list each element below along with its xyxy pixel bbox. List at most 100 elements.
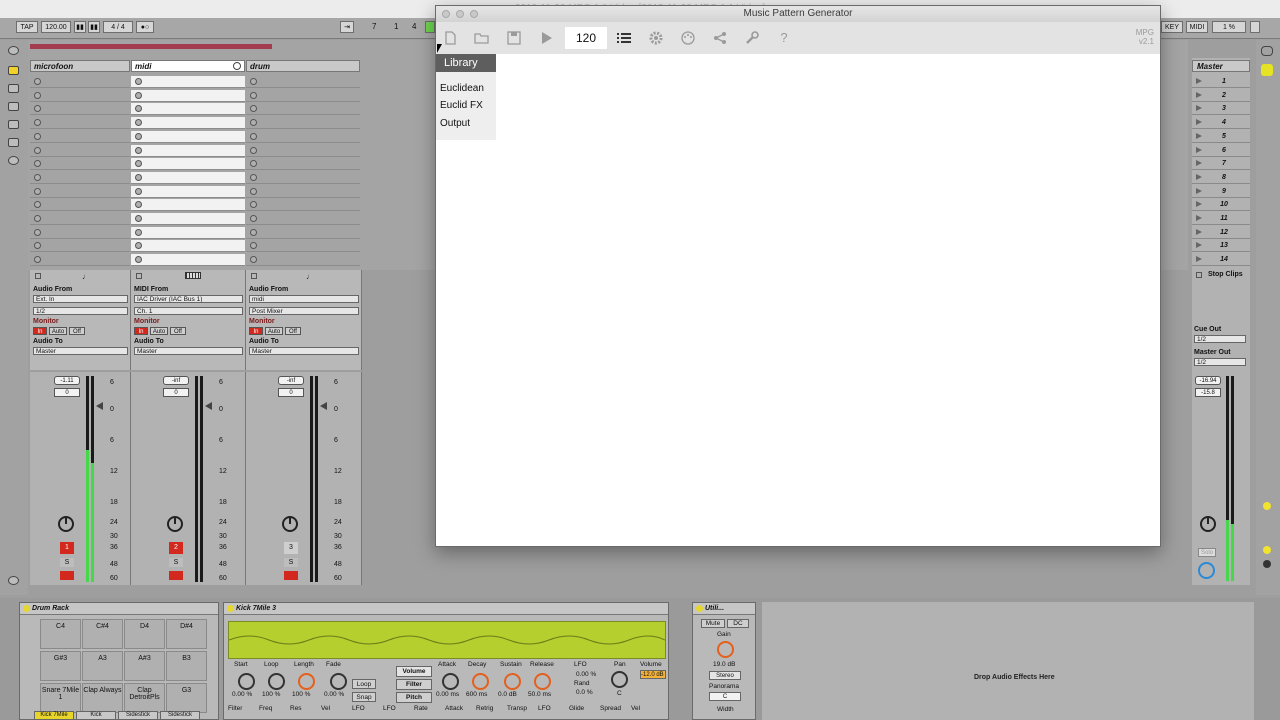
sample-param-value[interactable]: 0.00 % [324, 691, 344, 698]
clip-record-icon[interactable] [250, 201, 257, 209]
drum-pad[interactable]: C4 [40, 619, 81, 649]
follow-icon[interactable]: ⇥ [340, 21, 354, 33]
volume-field[interactable]: -1.11 [54, 376, 80, 385]
envelope-knob[interactable] [504, 673, 521, 690]
track-header-drum[interactable]: drum [246, 60, 360, 72]
scene-launch-icon[interactable] [1196, 78, 1202, 84]
fold-icon[interactable] [233, 62, 241, 70]
clip-record-icon[interactable] [135, 215, 142, 222]
clip-record-icon[interactable] [135, 78, 142, 85]
pan-knob[interactable] [58, 516, 74, 532]
monitor-off-button[interactable]: Off [69, 327, 85, 335]
tab-filter[interactable]: Filter [396, 679, 432, 690]
play-icon[interactable] [538, 30, 554, 46]
clip-slot[interactable] [30, 90, 130, 102]
clip-record-icon[interactable] [135, 105, 142, 113]
clip-slot[interactable] [246, 186, 360, 198]
clip-slot[interactable] [30, 199, 130, 212]
scene-launch-icon[interactable] [1196, 215, 1202, 221]
tab-pitch[interactable]: Pitch [396, 692, 432, 703]
scene-row[interactable]: 5 [1192, 130, 1250, 143]
clip-slot[interactable] [246, 213, 360, 225]
drum-pad[interactable]: Snare 7Mile 1 [40, 683, 81, 713]
clip-slot[interactable] [246, 254, 360, 267]
mixer-toggle-icon[interactable] [1263, 560, 1271, 568]
clip-slot[interactable] [30, 103, 130, 116]
drum-pad[interactable]: C#4 [82, 619, 123, 649]
clip-slot[interactable] [246, 76, 360, 88]
clip-slot[interactable] [246, 240, 360, 253]
clip-record-icon[interactable] [250, 91, 257, 99]
drum-pad[interactable]: G3 [166, 683, 207, 713]
browser-toggle-icon[interactable] [8, 46, 19, 55]
solo-button[interactable]: S [169, 558, 183, 567]
clip-record-icon[interactable] [250, 256, 257, 264]
volume-field[interactable]: -12.0 dB [640, 670, 666, 679]
scene-row[interactable]: 4 [1192, 116, 1250, 130]
clip-slot[interactable] [131, 76, 245, 88]
sample-waveform[interactable] [228, 621, 666, 659]
sample-param-knob[interactable] [238, 673, 255, 690]
track-activator-button[interactable]: 3 [284, 542, 298, 554]
master-header[interactable]: Master [1192, 60, 1250, 72]
scene-row[interactable]: 1 [1192, 75, 1250, 88]
clip-record-icon[interactable] [34, 78, 41, 85]
master-level-left[interactable]: -16.94 [1195, 376, 1221, 385]
drum-pad[interactable]: A3 [82, 651, 123, 681]
scene-launch-icon[interactable] [1196, 132, 1202, 139]
fader-handle-icon[interactable] [205, 402, 212, 410]
clip-slot[interactable] [30, 186, 130, 198]
drum-chain-label[interactable]: Kick [76, 711, 116, 720]
scene-launch-icon[interactable] [1196, 256, 1202, 263]
clip-record-icon[interactable] [34, 160, 41, 168]
clip-slot[interactable] [131, 185, 245, 198]
monitor-off-button[interactable]: Off [170, 327, 186, 335]
loop-button[interactable]: Loop [352, 679, 376, 689]
clip-record-icon[interactable] [250, 105, 257, 113]
scene-row[interactable]: 10 [1192, 198, 1250, 212]
envelope-value[interactable]: 50.0 ms [528, 691, 551, 698]
time-signature-field[interactable]: 4 / 4 [103, 21, 133, 33]
monitor-in-button[interactable]: In [134, 327, 148, 335]
midi-connection-icon[interactable] [680, 30, 696, 46]
rand-value[interactable]: 0.0 % [576, 689, 593, 696]
pan-field[interactable]: 0 [163, 388, 189, 397]
drum-pad[interactable]: D#4 [166, 619, 207, 649]
envelope-knob[interactable] [442, 673, 459, 690]
envelope-value[interactable]: 0.00 ms [436, 691, 459, 698]
settings-gear-icon[interactable] [648, 30, 664, 46]
settings-gear-icon[interactable] [8, 156, 19, 165]
clip-slot[interactable] [131, 226, 245, 239]
drum-pad[interactable]: G#3 [40, 651, 81, 681]
scene-launch-icon[interactable] [1196, 105, 1202, 112]
share-icon[interactable] [712, 30, 728, 46]
clip-record-icon[interactable] [135, 187, 142, 195]
midi-from-select[interactable]: IAC Driver (IAC Bus 1) [134, 295, 243, 303]
drum-pad[interactable]: A#3 [124, 651, 165, 681]
mute-button[interactable]: Mute [701, 619, 725, 628]
clip-record-icon[interactable] [250, 119, 257, 127]
snap-button[interactable]: Snap [352, 692, 376, 702]
clip-slot[interactable] [30, 213, 130, 225]
audio-to-select[interactable]: Master [249, 347, 359, 355]
envelope-knob[interactable] [534, 673, 551, 690]
clip-record-icon[interactable] [34, 132, 41, 140]
monitor-auto-button[interactable]: Auto [265, 327, 283, 335]
clip-slot[interactable] [30, 240, 130, 253]
drum-chain-label[interactable]: Sidestick [160, 711, 200, 720]
clip-slot[interactable] [30, 227, 130, 239]
monitor-in-button[interactable]: In [249, 327, 263, 335]
arm-button-icon[interactable] [169, 571, 183, 580]
scene-row[interactable]: 13 [1192, 239, 1250, 253]
audio-from-select[interactable]: Ext. In [33, 295, 128, 303]
stop-clip-icon[interactable] [136, 273, 142, 279]
audio-to-select[interactable]: Master [33, 347, 128, 355]
drum-pad[interactable]: Clap DetroitPls [124, 683, 165, 713]
scene-row[interactable]: 3 [1192, 102, 1250, 116]
category-drums-icon[interactable] [8, 102, 19, 111]
cue-out-select[interactable]: 1/2 [1194, 335, 1246, 343]
save-icon[interactable] [506, 30, 522, 46]
clip-slot[interactable] [30, 145, 130, 157]
clip-record-icon[interactable] [34, 173, 41, 181]
scene-row[interactable]: 7 [1192, 157, 1250, 171]
